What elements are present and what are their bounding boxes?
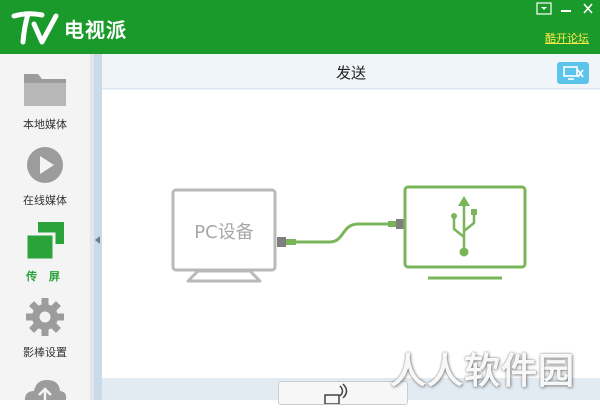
cloud-upload-icon: [24, 380, 67, 400]
collapse-arrow-icon: [95, 236, 100, 244]
app-title: 电视派: [64, 18, 127, 42]
sidebar-collapse-handle[interactable]: [94, 54, 102, 400]
send-button[interactable]: [278, 381, 408, 405]
sidebar-item-label: 在线媒体: [23, 194, 67, 207]
main-header: 发送: [102, 54, 600, 89]
pc-device-label: PC设备: [194, 222, 253, 243]
minimize-icon[interactable]: [557, 2, 575, 15]
tv-monitor-icon: [403, 185, 527, 280]
title-bar: 电视派 酷开论坛: [0, 0, 600, 54]
sidebar-item-settings[interactable]: 影棒设置: [0, 288, 90, 362]
tv-remote-icon: [563, 66, 584, 80]
gear-icon: [26, 298, 64, 336]
app-logo-icon: [11, 11, 59, 45]
screen-mirror-icon: [24, 222, 64, 262]
sidebar-item-label: 本地媒体: [23, 118, 67, 131]
folder-icon: [24, 74, 66, 106]
sidebar-item-label: 影棒设置: [23, 346, 67, 359]
usb-cable: [296, 222, 388, 244]
sidebar-item-online-media[interactable]: 在线媒体: [0, 136, 90, 210]
close-icon[interactable]: [579, 2, 597, 15]
pc-monitor-icon: PC设备: [171, 188, 277, 283]
menu-icon[interactable]: [535, 2, 553, 15]
signal-icon: [324, 383, 348, 405]
sidebar-item-cloud[interactable]: [0, 364, 90, 400]
play-circle-icon: [27, 147, 63, 183]
cast-stage: PC设备: [102, 90, 600, 378]
watermark-text: 人人软件园: [390, 351, 576, 392]
sidebar-item-screen-cast[interactable]: 传 屏: [0, 212, 90, 286]
sidebar-item-local-media[interactable]: 本地媒体: [0, 60, 90, 134]
tv-connect-button[interactable]: [557, 62, 589, 84]
usb-plug-right: [388, 219, 404, 229]
connection-diagram: PC设备: [171, 185, 527, 283]
sidebar: 本地媒体 在线媒体 传 屏 影棒设置: [0, 54, 90, 400]
forum-link[interactable]: 酷开论坛: [545, 30, 589, 46]
page-title: 发送: [335, 64, 366, 82]
usb-plug-left: [277, 237, 296, 247]
sidebar-item-label: 传 屏: [26, 270, 64, 283]
